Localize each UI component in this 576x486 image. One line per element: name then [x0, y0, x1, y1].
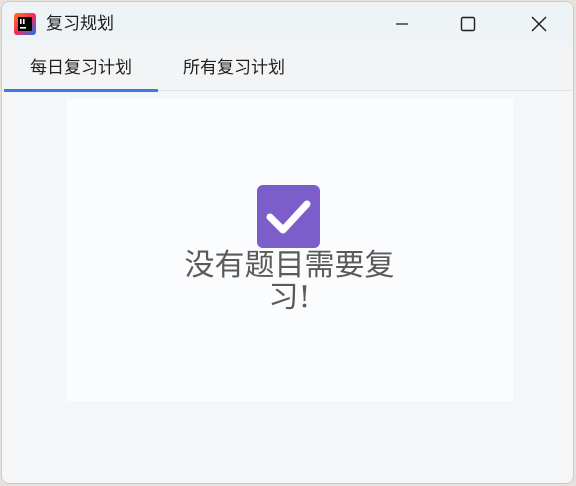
maximize-button[interactable] — [445, 2, 491, 46]
tab-all-review-plans[interactable]: 所有复习计划 — [158, 46, 310, 91]
app-logo-icon — [14, 13, 36, 35]
app-window: 复习规划 每日复习计划 所有复习计划 没有题目需要复习! — [1, 1, 574, 484]
minimize-icon — [396, 23, 408, 25]
title-bar[interactable]: 复习规划 — [2, 2, 573, 46]
minimize-button[interactable] — [379, 2, 425, 46]
content-panel: 没有题目需要复习! — [66, 99, 513, 401]
tab-bar: 每日复习计划 所有复习计划 — [2, 46, 573, 92]
close-button[interactable] — [516, 2, 562, 46]
window-title: 复习规划 — [46, 14, 114, 34]
close-icon — [531, 16, 547, 32]
maximize-icon — [460, 16, 476, 32]
tab-daily-review-plan[interactable]: 每日复习计划 — [4, 46, 158, 92]
checkbox-checked-icon — [257, 185, 320, 248]
empty-state-message: 没有题目需要复习! — [184, 248, 395, 315]
